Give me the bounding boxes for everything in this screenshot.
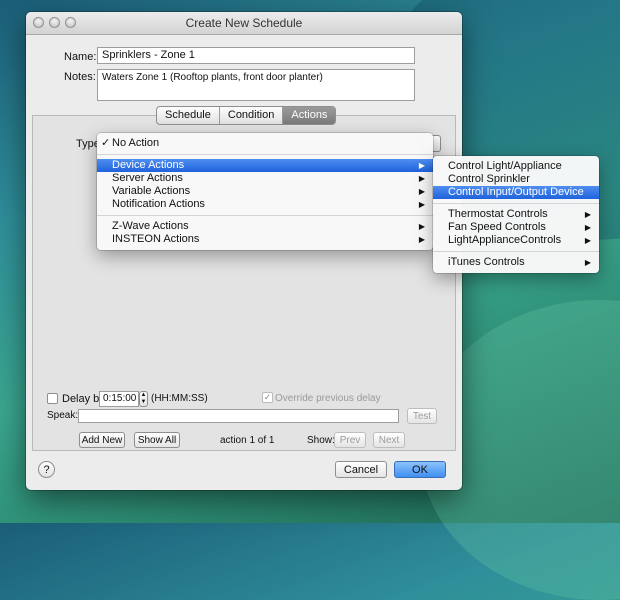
chevron-right-icon: ▶: [584, 236, 591, 245]
delay-field[interactable]: 0:15:00: [99, 391, 139, 407]
menu-item-device-actions[interactable]: Device Actions ▶: [97, 159, 433, 172]
delay-checkbox[interactable]: [47, 393, 58, 404]
tab-condition[interactable]: Condition: [220, 107, 284, 124]
name-label: Name:: [64, 51, 97, 63]
checkmark-icon: ✓: [101, 137, 111, 149]
notes-field[interactable]: Waters Zone 1 (Rooftop plants, front doo…: [97, 69, 415, 101]
title-bar[interactable]: Create New Schedule: [26, 12, 462, 35]
schedule-window: Create New Schedule Name: Sprinklers - Z…: [26, 12, 462, 490]
menu-item-server-actions[interactable]: Server Actions ▶: [97, 172, 433, 185]
override-checkbox[interactable]: ✓: [262, 392, 273, 403]
submenu-item-thermostat-controls[interactable]: Thermostat Controls ▶: [433, 208, 599, 221]
device-actions-submenu: Control Light/Appliance Control Sprinkle…: [433, 156, 599, 273]
menu-separator: [97, 154, 433, 155]
prev-button[interactable]: Prev: [334, 432, 366, 448]
submenu-item-fan-speed-controls[interactable]: Fan Speed Controls ▶: [433, 221, 599, 234]
menu-separator: [433, 203, 599, 204]
chevron-right-icon: ▶: [584, 210, 591, 219]
add-new-button[interactable]: Add New: [79, 432, 125, 448]
name-field[interactable]: Sprinklers - Zone 1: [97, 47, 415, 64]
tab-schedule[interactable]: Schedule: [157, 107, 220, 124]
chevron-right-icon: ▶: [418, 222, 425, 231]
menu-item-notification-actions[interactable]: Notification Actions ▶: [97, 198, 433, 211]
cancel-button[interactable]: Cancel: [335, 461, 387, 478]
window-title: Create New Schedule: [185, 16, 303, 30]
delay-stepper[interactable]: ▲ ▼: [139, 391, 148, 407]
show-all-button[interactable]: Show All: [134, 432, 180, 448]
speak-field[interactable]: [78, 409, 399, 423]
chevron-right-icon: ▶: [418, 161, 425, 170]
help-button[interactable]: ?: [38, 461, 55, 478]
delay-format: (HH:MM:SS): [151, 393, 208, 404]
test-button[interactable]: Test: [407, 408, 437, 424]
type-menu: ✓ No Action Device Actions ▶ Server Actio…: [97, 133, 433, 250]
tab-actions[interactable]: Actions: [283, 107, 336, 124]
chevron-right-icon: ▶: [584, 258, 591, 267]
submenu-item-control-light[interactable]: Control Light/Appliance: [433, 160, 599, 173]
action-counter: action 1 of 1: [220, 435, 275, 446]
chevron-right-icon: ▶: [584, 223, 591, 232]
submenu-item-itunes-controls[interactable]: iTunes Controls ▶: [433, 256, 599, 269]
close-button[interactable]: [33, 17, 44, 28]
tab-bar: Schedule Condition Actions: [156, 106, 337, 125]
notes-label: Notes:: [64, 71, 96, 83]
speak-label: Speak:: [47, 410, 79, 421]
minimize-button[interactable]: [49, 17, 60, 28]
show-label: Show:: [307, 435, 335, 446]
zoom-button[interactable]: [65, 17, 76, 28]
submenu-item-control-io-device[interactable]: Control Input/Output Device: [433, 186, 599, 199]
chevron-right-icon: ▶: [418, 235, 425, 244]
submenu-item-light-appliance-controls[interactable]: LightApplianceControls ▶: [433, 234, 599, 247]
menu-item-no-action[interactable]: ✓ No Action: [97, 137, 433, 150]
menu-item-insteon-actions[interactable]: INSTEON Actions ▶: [97, 233, 433, 246]
next-button[interactable]: Next: [373, 432, 405, 448]
submenu-item-control-sprinkler[interactable]: Control Sprinkler: [433, 173, 599, 186]
menu-separator: [433, 251, 599, 252]
chevron-right-icon: ▶: [418, 187, 425, 196]
menu-item-variable-actions[interactable]: Variable Actions ▶: [97, 185, 433, 198]
menu-item-zwave-actions[interactable]: Z-Wave Actions ▶: [97, 220, 433, 233]
chevron-right-icon: ▶: [418, 200, 425, 209]
override-label: Override previous delay: [275, 393, 381, 404]
menu-separator: [97, 215, 433, 216]
chevron-right-icon: ▶: [418, 174, 425, 183]
ok-button[interactable]: OK: [394, 461, 446, 478]
